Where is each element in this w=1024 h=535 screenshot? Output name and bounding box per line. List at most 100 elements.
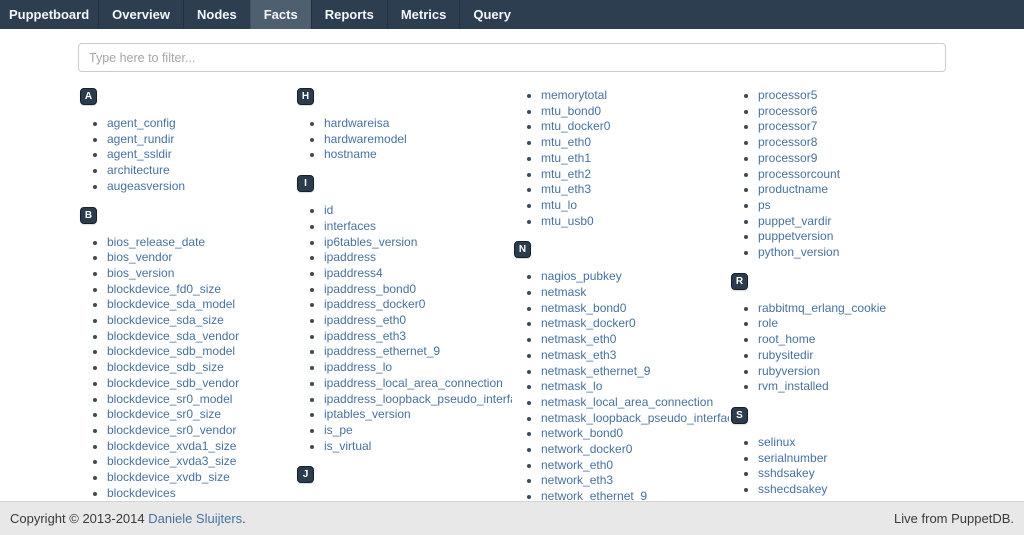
fact-link-memorytotal[interactable]: memorytotal bbox=[541, 88, 607, 102]
fact-link-agent_rundir[interactable]: agent_rundir bbox=[107, 132, 174, 146]
fact-link-ipaddress4[interactable]: ipaddress4 bbox=[324, 266, 383, 280]
fact-link-ipaddress_eth3[interactable]: ipaddress_eth3 bbox=[324, 329, 406, 343]
letter-header-n: N bbox=[514, 241, 531, 258]
fact-link-mtu_eth0[interactable]: mtu_eth0 bbox=[541, 135, 591, 149]
fact-link-agent_ssldir[interactable]: agent_ssldir bbox=[107, 147, 172, 161]
fact-link-id[interactable]: id bbox=[324, 203, 333, 217]
fact-link-sshecdsakey[interactable]: sshecdsakey bbox=[758, 482, 827, 496]
fact-link-ipaddress[interactable]: ipaddress bbox=[324, 250, 376, 264]
nav-item-nodes[interactable]: Nodes bbox=[183, 0, 250, 29]
fact-link-mtu_usb0[interactable]: mtu_usb0 bbox=[541, 214, 594, 228]
fact-link-rubysitedir[interactable]: rubysitedir bbox=[758, 348, 813, 362]
fact-link-blockdevice_sdb_size[interactable]: blockdevice_sdb_size bbox=[107, 360, 224, 374]
letter-header-s: S bbox=[731, 407, 748, 424]
fact-link-processor9[interactable]: processor9 bbox=[758, 151, 817, 165]
fact-link-iptables_version[interactable]: iptables_version bbox=[324, 407, 411, 421]
fact-link-root_home[interactable]: root_home bbox=[758, 332, 815, 346]
fact-link-mtu_lo[interactable]: mtu_lo bbox=[541, 198, 577, 212]
fact-link-productname[interactable]: productname bbox=[758, 182, 828, 196]
fact-list-item: blockdevice_sr0_size bbox=[107, 407, 295, 423]
fact-link-netmask[interactable]: netmask bbox=[541, 285, 586, 299]
fact-link-puppet_vardir[interactable]: puppet_vardir bbox=[758, 214, 831, 228]
fact-link-blockdevice_sr0_size[interactable]: blockdevice_sr0_size bbox=[107, 407, 221, 421]
nav-item-facts[interactable]: Facts bbox=[250, 0, 311, 29]
fact-link-mtu_eth1[interactable]: mtu_eth1 bbox=[541, 151, 591, 165]
fact-link-netmask_lo[interactable]: netmask_lo bbox=[541, 379, 602, 393]
fact-link-blockdevice_sda_size[interactable]: blockdevice_sda_size bbox=[107, 313, 224, 327]
fact-link-ipaddress_ethernet_9[interactable]: ipaddress_ethernet_9 bbox=[324, 344, 440, 358]
fact-link-nagios_pubkey[interactable]: nagios_pubkey bbox=[541, 269, 622, 283]
fact-link-netmask_eth3[interactable]: netmask_eth3 bbox=[541, 348, 616, 362]
navbar-brand[interactable]: Puppetboard bbox=[0, 0, 98, 29]
fact-link-augeasversion[interactable]: augeasversion bbox=[107, 179, 185, 193]
fact-link-network_bond0[interactable]: network_bond0 bbox=[541, 426, 623, 440]
fact-link-processor5[interactable]: processor5 bbox=[758, 88, 817, 102]
fact-link-blockdevice_sr0_vendor[interactable]: blockdevice_sr0_vendor bbox=[107, 423, 236, 437]
footer-author-link[interactable]: Daniele Sluijters bbox=[148, 511, 242, 526]
fact-link-python_version[interactable]: python_version bbox=[758, 245, 839, 259]
fact-link-blockdevice_xvda1_size[interactable]: blockdevice_xvda1_size bbox=[107, 439, 236, 453]
fact-link-mtu_docker0[interactable]: mtu_docker0 bbox=[541, 119, 610, 133]
fact-link-blockdevice_sdb_vendor[interactable]: blockdevice_sdb_vendor bbox=[107, 376, 239, 390]
fact-link-network_eth3[interactable]: network_eth3 bbox=[541, 473, 613, 487]
fact-link-ipaddress_docker0[interactable]: ipaddress_docker0 bbox=[324, 297, 425, 311]
fact-link-netmask_loopback_pseudo_interface[interactable]: netmask_loopback_pseudo_interface bbox=[541, 411, 729, 425]
fact-link-mtu_eth3[interactable]: mtu_eth3 bbox=[541, 182, 591, 196]
fact-link-bios_version[interactable]: bios_version bbox=[107, 266, 174, 280]
nav-item-overview[interactable]: Overview bbox=[98, 0, 183, 29]
fact-link-hardwareisa[interactable]: hardwareisa bbox=[324, 116, 389, 130]
fact-link-ipaddress_lo[interactable]: ipaddress_lo bbox=[324, 360, 392, 374]
fact-link-netmask_ethernet_9[interactable]: netmask_ethernet_9 bbox=[541, 364, 650, 378]
fact-link-ipaddress_eth0[interactable]: ipaddress_eth0 bbox=[324, 313, 406, 327]
fact-link-ipaddress_bond0[interactable]: ipaddress_bond0 bbox=[324, 282, 416, 296]
fact-link-network_eth0[interactable]: network_eth0 bbox=[541, 458, 613, 472]
fact-link-blockdevices[interactable]: blockdevices bbox=[107, 486, 176, 500]
fact-link-netmask_docker0[interactable]: netmask_docker0 bbox=[541, 316, 636, 330]
fact-link-bios_release_date[interactable]: bios_release_date bbox=[107, 235, 205, 249]
fact-link-blockdevice_sda_vendor[interactable]: blockdevice_sda_vendor bbox=[107, 329, 239, 343]
fact-link-hardwaremodel[interactable]: hardwaremodel bbox=[324, 132, 407, 146]
fact-link-mtu_bond0[interactable]: mtu_bond0 bbox=[541, 104, 601, 118]
fact-link-processor7[interactable]: processor7 bbox=[758, 119, 817, 133]
nav-item-query[interactable]: Query bbox=[459, 0, 524, 29]
fact-link-processorcount[interactable]: processorcount bbox=[758, 167, 840, 181]
fact-link-netmask_bond0[interactable]: netmask_bond0 bbox=[541, 301, 626, 315]
fact-link-network_docker0[interactable]: network_docker0 bbox=[541, 442, 632, 456]
fact-link-rvm_installed[interactable]: rvm_installed bbox=[758, 379, 829, 393]
fact-link-hostname[interactable]: hostname bbox=[324, 147, 377, 161]
nav-item-metrics[interactable]: Metrics bbox=[387, 0, 460, 29]
fact-link-ipaddress_local_area_connection[interactable]: ipaddress_local_area_connection bbox=[324, 376, 503, 390]
fact-link-blockdevice_xvdb_size[interactable]: blockdevice_xvdb_size bbox=[107, 470, 230, 484]
fact-link-agent_config[interactable]: agent_config bbox=[107, 116, 176, 130]
fact-link-is_virtual[interactable]: is_virtual bbox=[324, 439, 371, 453]
fact-link-processor6[interactable]: processor6 bbox=[758, 104, 817, 118]
fact-link-is_pe[interactable]: is_pe bbox=[324, 423, 353, 437]
fact-link-blockdevice_xvda3_size[interactable]: blockdevice_xvda3_size bbox=[107, 454, 236, 468]
fact-link-netmask_eth0[interactable]: netmask_eth0 bbox=[541, 332, 616, 346]
fact-link-rabbitmq_erlang_cookie[interactable]: rabbitmq_erlang_cookie bbox=[758, 301, 886, 315]
fact-link-mtu_eth2[interactable]: mtu_eth2 bbox=[541, 167, 591, 181]
fact-link-interfaces[interactable]: interfaces bbox=[324, 219, 376, 233]
fact-list-item: processor5 bbox=[758, 88, 946, 104]
fact-link-sshdsakey[interactable]: sshdsakey bbox=[758, 466, 815, 480]
fact-link-blockdevice_sr0_model[interactable]: blockdevice_sr0_model bbox=[107, 392, 232, 406]
filter-input[interactable] bbox=[78, 43, 946, 72]
fact-link-blockdevice_sdb_model[interactable]: blockdevice_sdb_model bbox=[107, 344, 235, 358]
fact-list-item: interfaces bbox=[324, 219, 512, 235]
fact-link-ip6tables_version[interactable]: ip6tables_version bbox=[324, 235, 417, 249]
fact-link-ps[interactable]: ps bbox=[758, 198, 771, 212]
fact-list-item: puppetversion bbox=[758, 229, 946, 245]
nav-item-reports[interactable]: Reports bbox=[311, 0, 387, 29]
fact-link-netmask_local_area_connection[interactable]: netmask_local_area_connection bbox=[541, 395, 713, 409]
fact-link-bios_vendor[interactable]: bios_vendor bbox=[107, 250, 172, 264]
fact-link-ipaddress_loopback_pseudo_interface[interactable]: ipaddress_loopback_pseudo_interface bbox=[324, 392, 512, 406]
fact-link-blockdevice_sda_model[interactable]: blockdevice_sda_model bbox=[107, 297, 235, 311]
fact-link-selinux[interactable]: selinux bbox=[758, 435, 795, 449]
fact-link-architecture[interactable]: architecture bbox=[107, 163, 170, 177]
fact-link-serialnumber[interactable]: serialnumber bbox=[758, 451, 827, 465]
fact-link-blockdevice_fd0_size[interactable]: blockdevice_fd0_size bbox=[107, 282, 221, 296]
fact-link-role[interactable]: role bbox=[758, 316, 778, 330]
fact-link-puppetversion[interactable]: puppetversion bbox=[758, 229, 833, 243]
fact-link-rubyversion[interactable]: rubyversion bbox=[758, 364, 820, 378]
fact-link-processor8[interactable]: processor8 bbox=[758, 135, 817, 149]
